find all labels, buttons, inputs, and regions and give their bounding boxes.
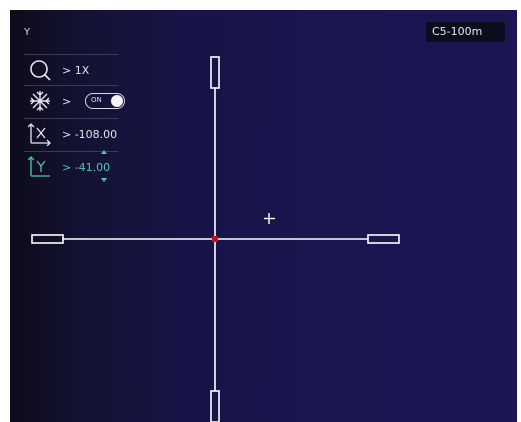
reticle [31,56,400,422]
reticle-left-post [31,234,64,244]
reticle-top-post [210,56,220,89]
reticle-right-post [367,234,400,244]
thermal-view: Y C5-100m > 1X > ON > -108.00 > -41.00 [10,10,517,422]
reticle-center-dot [212,236,218,242]
reticle-bottom-post [210,390,220,422]
